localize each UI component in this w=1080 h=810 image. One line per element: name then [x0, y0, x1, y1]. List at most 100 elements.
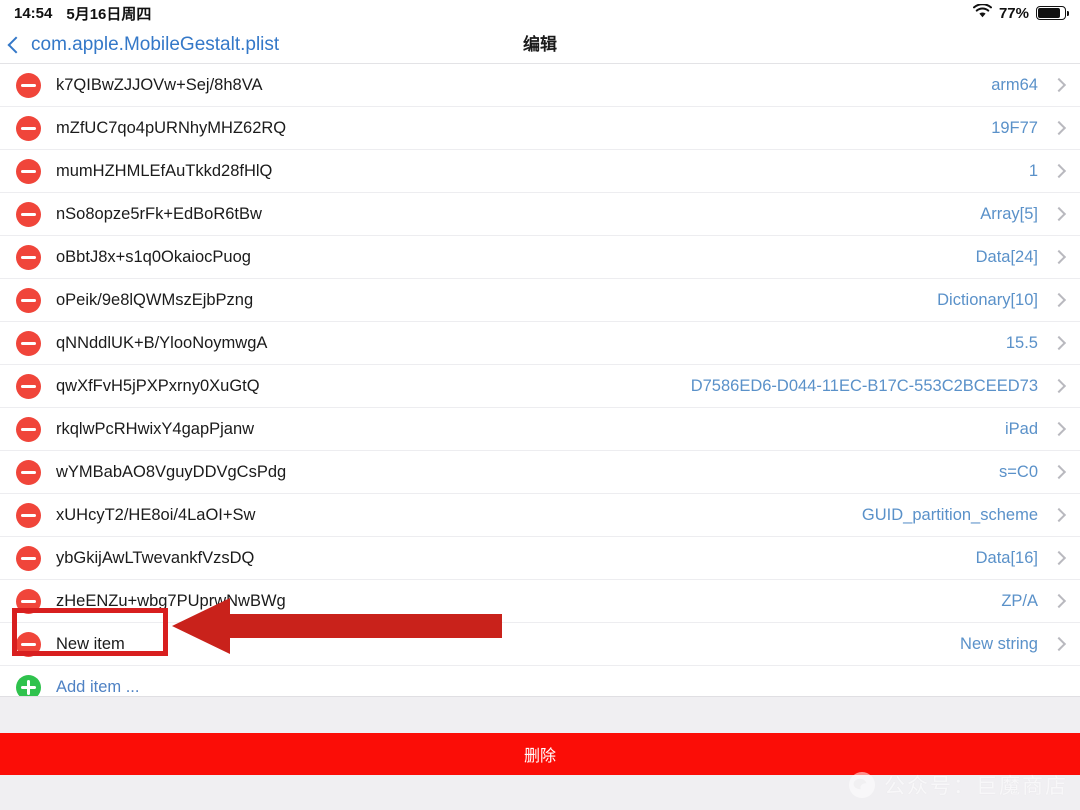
row-value-label: s=C0 [999, 462, 1038, 481]
chevron-right-icon[interactable] [1048, 636, 1080, 652]
row-value-label: New string [960, 634, 1038, 653]
table-row-new-item[interactable]: New item New string [0, 623, 1080, 666]
row-value-label: arm64 [991, 75, 1038, 94]
chevron-right-icon[interactable] [1048, 77, 1080, 93]
minus-circle-icon[interactable] [15, 631, 41, 657]
table-row[interactable]: qwXfFvH5jPXPxrny0XuGtQ D7586ED6-D044-11E… [0, 365, 1080, 408]
chevron-right-icon[interactable] [1048, 335, 1080, 351]
row-delete-control[interactable] [0, 158, 56, 184]
chevron-right-icon[interactable] [1048, 507, 1080, 523]
add-item-label: Add item ... [56, 677, 140, 696]
list-footer-gap [0, 696, 1080, 733]
table-row[interactable]: mumHZHMLEfAuTkkd28fHlQ 1 [0, 150, 1080, 193]
battery-percent: 77% [998, 4, 1029, 22]
table-row[interactable]: nSo8opze5rFk+EdBoR6tBw Array[5] [0, 193, 1080, 236]
row-key-label: nSo8opze5rFk+EdBoR6tBw [56, 204, 262, 223]
chevron-right-icon[interactable] [1048, 378, 1080, 394]
row-key-label: qNNddlUK+B/YlooNoymwgA [56, 333, 268, 352]
row-key-label: rkqlwPcRHwixY4gapPjanw [56, 419, 255, 438]
delete-button-label: 删除 [523, 748, 556, 765]
row-delete-control[interactable] [0, 588, 56, 614]
row-value-label: D7586ED6-D044-11EC-B17C-553C2BCEED73 [690, 376, 1038, 395]
row-key-label: zHeENZu+wbg7PUprwNwBWg [56, 591, 286, 610]
chevron-right-icon[interactable] [1048, 249, 1080, 265]
minus-circle-icon[interactable] [15, 287, 41, 313]
battery-fill [1038, 8, 1060, 18]
row-delete-control[interactable] [0, 545, 56, 571]
page-title: 编辑 [523, 35, 557, 54]
row-value-label: Dictionary[10] [937, 290, 1038, 309]
plist-key-list: k7QIBwZJJOVw+Sej/8h8VA arm64 mZfUC7qo4pU… [0, 64, 1080, 709]
chevron-right-icon[interactable] [1048, 206, 1080, 222]
minus-circle-icon[interactable] [15, 459, 41, 485]
row-key-label: oBbtJ8x+s1q0OkaiocPuog [56, 247, 251, 266]
chevron-right-icon[interactable] [1048, 120, 1080, 136]
minus-circle-icon[interactable] [15, 72, 41, 98]
row-value-label: GUID_partition_scheme [861, 505, 1038, 524]
minus-circle-icon[interactable] [15, 588, 41, 614]
minus-circle-icon[interactable] [15, 330, 41, 356]
minus-circle-icon[interactable] [15, 115, 41, 141]
bottom-background [0, 775, 1080, 810]
row-key-label: wYMBabAO8VguyDDVgCsPdg [56, 462, 287, 481]
ios-plist-editor-screen: 14:54 5月16日周四 77% com.apple.MobileGestal… [0, 0, 1080, 810]
row-delete-control[interactable] [0, 330, 56, 356]
row-delete-control[interactable] [0, 115, 56, 141]
row-delete-control[interactable] [0, 631, 56, 657]
chevron-right-icon[interactable] [1048, 163, 1080, 179]
row-value-label: 15.5 [1005, 333, 1038, 352]
row-value-label: 19F77 [991, 118, 1038, 137]
row-value-label: Array[5] [980, 204, 1038, 223]
row-key-label: k7QIBwZJJOVw+Sej/8h8VA [56, 75, 263, 94]
row-delete-control[interactable] [0, 244, 56, 270]
table-row[interactable]: oBbtJ8x+s1q0OkaiocPuog Data[24] [0, 236, 1080, 279]
row-value-label: Data[16] [975, 548, 1038, 567]
row-value-label: Data[24] [975, 247, 1038, 266]
table-row[interactable]: k7QIBwZJJOVw+Sej/8h8VA arm64 [0, 64, 1080, 107]
row-key-label: mZfUC7qo4pURNhyMHZ62RQ [56, 118, 287, 137]
table-row[interactable]: qNNddlUK+B/YlooNoymwgA 15.5 [0, 322, 1080, 365]
row-delete-control[interactable] [0, 502, 56, 528]
row-delete-control[interactable] [0, 201, 56, 227]
minus-circle-icon[interactable] [15, 416, 41, 442]
table-row[interactable]: mZfUC7qo4pURNhyMHZ62RQ 19F77 [0, 107, 1080, 150]
status-date: 5月16日周四 [66, 5, 152, 23]
table-row[interactable]: zHeENZu+wbg7PUprwNwBWg ZP/A [0, 580, 1080, 623]
status-bar-left: 14:54 5月16日周四 [14, 3, 151, 24]
minus-circle-icon[interactable] [15, 201, 41, 227]
row-value-label: 1 [1028, 161, 1038, 180]
chevron-right-icon[interactable] [1048, 292, 1080, 308]
minus-circle-icon[interactable] [15, 502, 41, 528]
row-value-label: iPad [1004, 419, 1038, 438]
row-key-label: xUHcyT2/HE8oi/4LaOI+Sw [56, 505, 256, 524]
minus-circle-icon[interactable] [15, 545, 41, 571]
table-row[interactable]: ybGkijAwLTwevankfVzsDQ Data[16] [0, 537, 1080, 580]
minus-circle-icon[interactable] [15, 373, 41, 399]
table-row[interactable]: xUHcyT2/HE8oi/4LaOI+Sw GUID_partition_sc… [0, 494, 1080, 537]
row-key-label: mumHZHMLEfAuTkkd28fHlQ [56, 161, 273, 180]
chevron-right-icon[interactable] [1048, 593, 1080, 609]
table-row[interactable]: rkqlwPcRHwixY4gapPjanw iPad [0, 408, 1080, 451]
wifi-icon [972, 3, 992, 22]
row-key-label: oPeik/9e8lQWMszEjbPzng [56, 290, 254, 309]
row-value-label: ZP/A [1001, 591, 1038, 610]
row-delete-control[interactable] [0, 373, 56, 399]
table-row[interactable]: wYMBabAO8VguyDDVgCsPdg s=C0 [0, 451, 1080, 494]
row-key-label: ybGkijAwLTwevankfVzsDQ [56, 548, 255, 567]
status-time: 14:54 [14, 4, 53, 22]
status-bar-right: 77% [972, 3, 1070, 22]
minus-circle-icon[interactable] [15, 158, 41, 184]
table-row[interactable]: oPeik/9e8lQWMszEjbPzng Dictionary[10] [0, 279, 1080, 322]
row-delete-control[interactable] [0, 287, 56, 313]
chevron-right-icon[interactable] [1048, 464, 1080, 480]
minus-circle-icon[interactable] [15, 244, 41, 270]
delete-button[interactable]: 删除 [0, 733, 1080, 775]
navigation-bar: com.apple.MobileGestalt.plist 编辑 [0, 26, 1080, 64]
row-key-label: New item [56, 634, 125, 653]
row-delete-control[interactable] [0, 416, 56, 442]
row-delete-control[interactable] [0, 459, 56, 485]
chevron-right-icon[interactable] [1048, 421, 1080, 437]
row-delete-control[interactable] [0, 72, 56, 98]
chevron-right-icon[interactable] [1048, 550, 1080, 566]
row-key-label: qwXfFvH5jPXPxrny0XuGtQ [56, 376, 260, 395]
